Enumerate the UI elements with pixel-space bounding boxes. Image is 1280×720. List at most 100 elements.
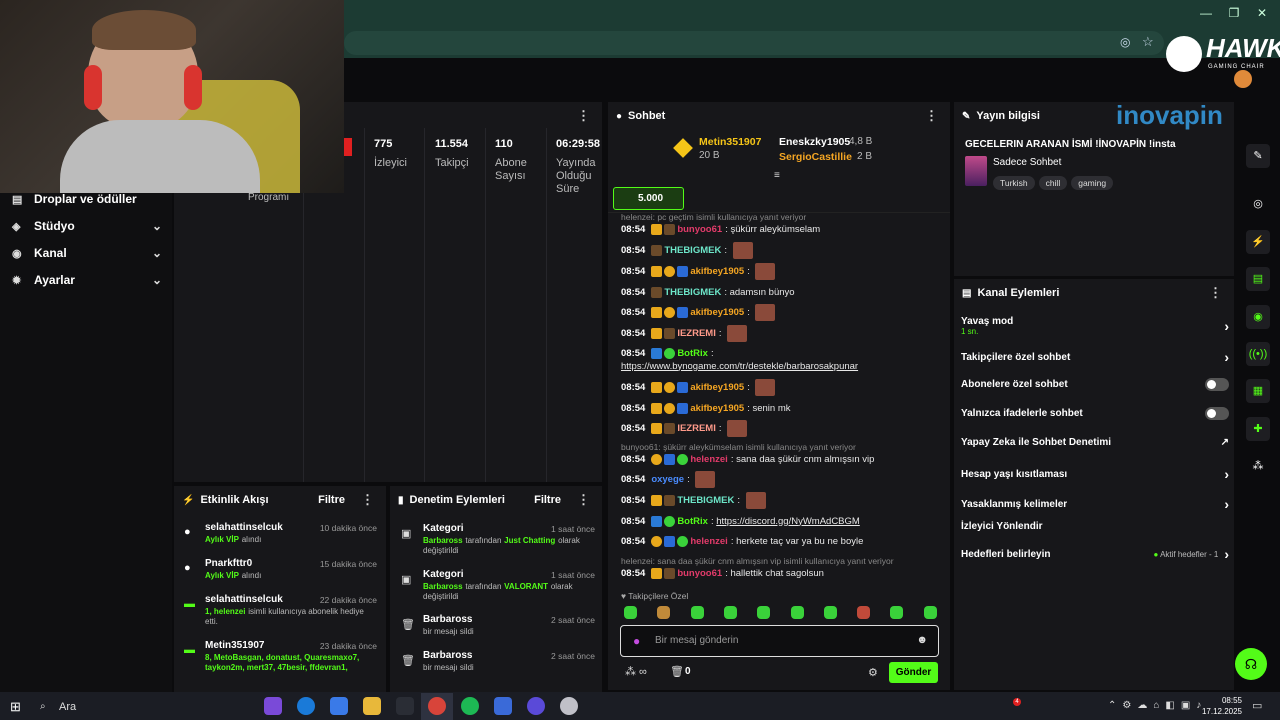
broadcast-icon[interactable]: ((•))	[1246, 342, 1270, 366]
spotify-icon[interactable]	[461, 697, 479, 715]
chat-message[interactable]: 08:54 akifbey1905:	[621, 303, 951, 321]
chat-username[interactable]: bunyoo61	[677, 568, 722, 579]
avatar[interactable]	[1234, 70, 1252, 88]
nav-item[interactable]: ◉ Kanal ⌄	[12, 242, 162, 264]
discord-link[interactable]: https://discord.gg/NyWmAdCBGM	[716, 516, 860, 527]
clock-time[interactable]: 08:55	[1210, 696, 1242, 705]
chat-username[interactable]: akifbey1905	[690, 382, 744, 393]
chevron-right-icon[interactable]: ›	[1224, 466, 1229, 482]
tag[interactable]: Turkish	[993, 176, 1035, 190]
toggle-switch[interactable]	[1205, 378, 1229, 391]
chat-message[interactable]: 08:54 bunyoo61: hallettik chat sagolsun	[621, 565, 951, 581]
edge-icon[interactable]	[297, 697, 315, 715]
channel-action-item[interactable]: İzleyici Yönlendir	[961, 521, 1229, 532]
minimize-icon[interactable]: —	[1196, 6, 1216, 22]
search-icon[interactable]: ⌕	[40, 701, 46, 712]
chat-username[interactable]: helenzei	[690, 454, 728, 465]
activity-item[interactable]: selahattinselcuk 10 dakika önce Aylık VİP …	[205, 522, 377, 545]
moderation-item[interactable]: Kategori 1 saat önce Barbaross tarafından …	[423, 569, 595, 602]
channel-action-item[interactable]: Yavaş mod 1 sn. ›	[961, 316, 1229, 336]
chat-message[interactable]: 08:54 THEBIGMEK: adamsın bünyo	[621, 284, 951, 300]
channel-action-item[interactable]: Takipçilere özel sohbet ›	[961, 349, 1229, 365]
moderation-item[interactable]: Kategori 1 saat önce Barbaross tarafından …	[423, 523, 595, 556]
emote-picker-icon[interactable]	[690, 606, 704, 619]
chat-username[interactable]: BotRix	[677, 348, 708, 359]
more-icon[interactable]: ⋮	[357, 492, 378, 508]
moderation-item[interactable]: Barbaross 2 saat önce bir mesajı sildi	[423, 614, 595, 637]
external-link-icon[interactable]: ↗	[1221, 437, 1229, 448]
chat-username[interactable]: IEZREMI	[677, 328, 716, 339]
top-gifter-1[interactable]: Metin351907	[699, 136, 761, 148]
chat-username[interactable]: akifbey1905	[690, 266, 744, 277]
star-icon[interactable]: ☆	[1142, 34, 1154, 50]
chevron-right-icon[interactable]: ›	[1224, 496, 1229, 512]
activity-item[interactable]: Metin351907 23 dakika önce 8, MetoBasgan, …	[205, 640, 377, 673]
mod-actor[interactable]: Barbaross	[423, 536, 463, 545]
maximize-icon[interactable]: ❐	[1224, 6, 1244, 22]
send-button[interactable]: Gönder	[889, 662, 938, 683]
chat-message[interactable]: 08:54 IEZREMI:	[621, 324, 951, 342]
emote-picker-icon[interactable]	[757, 606, 771, 619]
chevron-down-icon[interactable]: ⌄	[152, 246, 162, 260]
activity-item[interactable]: Pnarkfttr0 15 dakika önce Aylık VİP alındı	[205, 558, 377, 581]
clock-date[interactable]: 17.12.2025	[1200, 707, 1242, 716]
emote-picker-icon[interactable]	[823, 606, 837, 619]
mail-icon[interactable]	[330, 697, 348, 715]
chat-message[interactable]: 08:54 THEBIGMEK:	[621, 241, 951, 259]
chevron-right-icon[interactable]: ›	[1224, 349, 1229, 365]
emote-picker-icon[interactable]	[890, 606, 904, 619]
layout-icon[interactable]: ▦	[1246, 379, 1270, 403]
chat-username[interactable]: IEZREMI	[677, 423, 716, 434]
chat-message[interactable]: 08:54 akifbey1905:	[621, 378, 951, 396]
gear-icon[interactable]: ⚙	[868, 666, 878, 679]
xbox-icon[interactable]	[396, 697, 414, 715]
more-icon[interactable]: ⋮	[921, 108, 942, 124]
emote-picker-icon[interactable]	[723, 606, 737, 619]
chat-message[interactable]: 08:54 helenzei: sana daa şükür cnm almışs…	[621, 451, 951, 467]
chat-message[interactable]: 08:54 oxyege:	[621, 470, 951, 488]
chat-username[interactable]: BotRix	[677, 516, 708, 527]
chat-message[interactable]: 08:54 akifbey1905:	[621, 262, 951, 280]
chat-username[interactable]: bunyoo61	[677, 224, 722, 235]
chat-message[interactable]: 08:54 IEZREMI:	[621, 419, 951, 437]
emote-picker-icon[interactable]	[923, 606, 937, 619]
folder-icon[interactable]	[363, 697, 381, 715]
chevron-right-icon[interactable]: ›	[1224, 318, 1229, 334]
document-icon[interactable]: ▤	[1246, 267, 1270, 291]
target-icon[interactable]: ◎	[1246, 192, 1270, 216]
chrome-icon[interactable]	[428, 697, 446, 715]
chat-username[interactable]: akifbey1905	[690, 307, 744, 318]
support-icon[interactable]: ☊	[1235, 648, 1267, 680]
tag[interactable]: gaming	[1071, 176, 1114, 190]
top-gifter-3[interactable]: SergioCastillie	[779, 151, 852, 163]
toggle-switch[interactable]	[1205, 407, 1229, 420]
emote-picker-icon[interactable]	[790, 606, 804, 619]
obs-icon[interactable]	[560, 697, 578, 715]
app-icon[interactable]	[494, 697, 512, 715]
channel-action-item[interactable]: Hedefleri belirleyin ● Aktif hedefler - 1…	[961, 546, 1229, 562]
channel-action-item[interactable]: Hesap yaşı kısıtlaması ›	[961, 466, 1229, 482]
chat-message[interactable]: 08:54 BotRix: https://discord.gg/NyWmAdCB…	[621, 513, 951, 529]
chat-username[interactable]: oxyege	[651, 474, 684, 485]
emote-picker-icon[interactable]	[857, 606, 871, 619]
stream-category[interactable]: Sadece Sohbet	[993, 157, 1061, 168]
tag[interactable]: chill	[1038, 176, 1068, 190]
goal-progress[interactable]: 5.000	[613, 187, 684, 210]
tray-icons[interactable]: ⌃⚙☁⌂◧▣♪	[1108, 700, 1207, 711]
chat-username[interactable]: THEBIGMEK	[664, 287, 721, 298]
channel-action-item[interactable]: Yalnızca ifadelerle sohbet	[961, 407, 1229, 420]
more-icon[interactable]: ⋮	[573, 492, 594, 508]
channel-action-item[interactable]: Yasaklanmış kelimeler ›	[961, 496, 1229, 512]
more-icon[interactable]: ⋮	[573, 108, 594, 124]
eye-off-icon[interactable]: ◎	[1120, 35, 1130, 49]
emoji-icon[interactable]: ☻	[916, 634, 928, 646]
mod-actor[interactable]: Barbaross	[423, 582, 463, 591]
chat-username[interactable]: akifbey1905	[690, 403, 744, 414]
wrench-icon[interactable]: ✚	[1246, 417, 1270, 441]
top-gifter-2[interactable]: Eneskzky1905	[779, 136, 850, 148]
chat-username[interactable]: THEBIGMEK	[677, 495, 734, 506]
copilot-icon[interactable]	[264, 697, 282, 715]
chat-link[interactable]: https://www.bynogame.com/tr/destekle/bar…	[621, 358, 951, 374]
chat-username[interactable]: helenzei	[690, 536, 728, 547]
channel-action-item[interactable]: Yapay Zeka ile Sohbet Denetimi ↗	[961, 437, 1229, 448]
